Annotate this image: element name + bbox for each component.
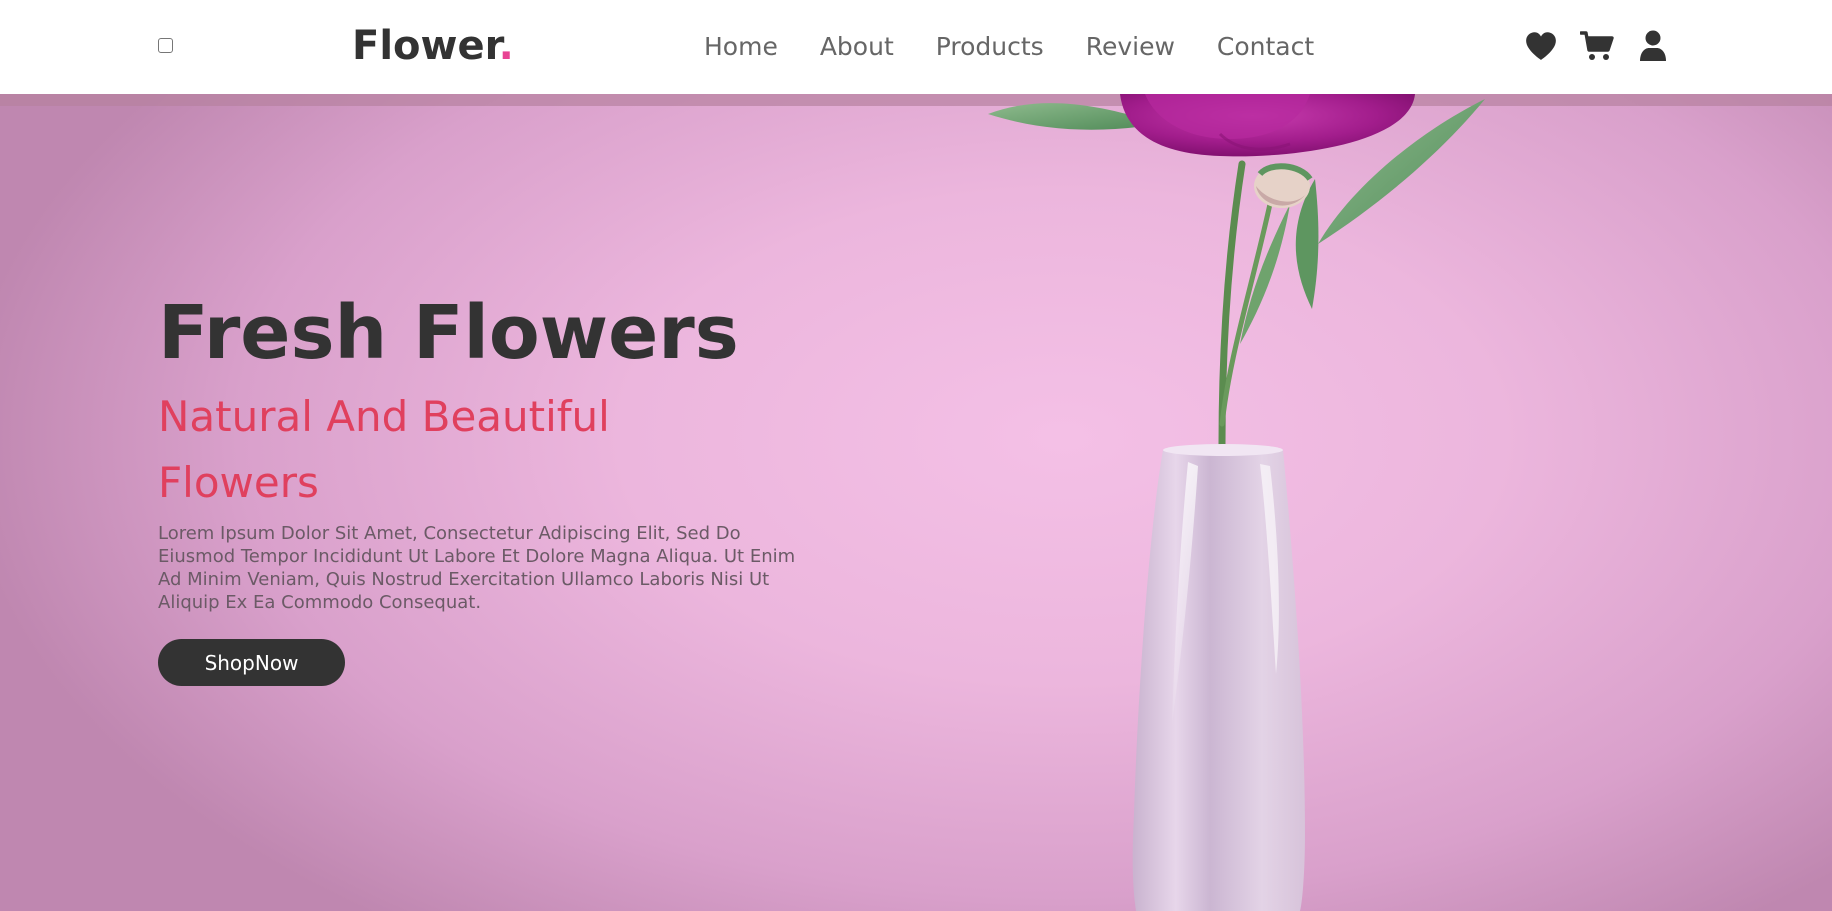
site-header: Flower. Home About Products Review Conta…: [0, 0, 1832, 94]
logo-dot: .: [498, 23, 514, 69]
nav-review[interactable]: Review: [1086, 30, 1175, 64]
hero-description: Lorem Ipsum Dolor Sit Amet, Consectetur …: [158, 523, 796, 613]
user-icon[interactable]: [1636, 30, 1670, 62]
menu-toggle-checkbox[interactable]: [158, 38, 173, 53]
heart-icon[interactable]: [1524, 30, 1558, 62]
nav-about[interactable]: About: [820, 30, 894, 64]
hero-subtitle: Natural And Beautiful Flowers: [158, 392, 610, 507]
nav-home[interactable]: Home: [704, 30, 778, 64]
logo-text: Flower: [352, 23, 499, 69]
hero-title: Fresh Flowers: [158, 290, 739, 376]
header-icons: [1524, 28, 1670, 64]
main-nav: Home About Products Review Contact: [704, 30, 1314, 64]
hero-top-shade: [0, 94, 1832, 106]
hero-section: Fresh Flowers Natural And Beautiful Flow…: [0, 94, 1832, 911]
nav-products[interactable]: Products: [936, 30, 1044, 64]
nav-contact[interactable]: Contact: [1217, 30, 1314, 64]
flower-vase-image: [960, 94, 1520, 911]
logo[interactable]: Flower.: [352, 22, 514, 70]
cart-icon[interactable]: [1580, 30, 1614, 62]
shop-now-button[interactable]: ShopNow: [158, 639, 345, 686]
